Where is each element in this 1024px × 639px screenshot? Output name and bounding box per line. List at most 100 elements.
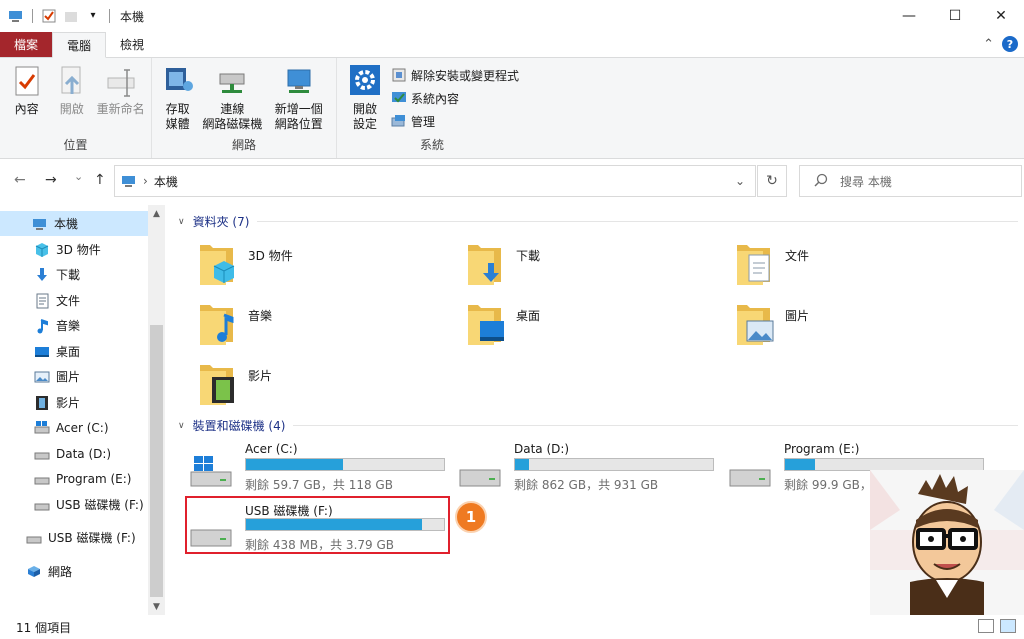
- breadcrumb-separator[interactable]: ›: [143, 174, 148, 188]
- 3d-objects-folder-icon: [198, 241, 238, 289]
- download-arrow-icon: [34, 267, 50, 283]
- nav-item-network[interactable]: 網路: [0, 559, 148, 584]
- annotation-step-badge: 1: [455, 501, 487, 533]
- up-button[interactable]: ↑: [94, 172, 106, 188]
- tab-view[interactable]: 檢視: [106, 32, 158, 57]
- music-folder-icon: [198, 301, 238, 349]
- add-network-location-button[interactable]: 新增一個 網路位置: [268, 64, 330, 132]
- scroll-down-arrow-icon[interactable]: ▼: [148, 598, 165, 615]
- drive-size: 剩餘 59.7 GB，共 118 GB: [245, 478, 393, 492]
- folder-pictures[interactable]: 圖片: [735, 301, 809, 357]
- folder-videos[interactable]: 影片: [198, 361, 272, 417]
- open-button[interactable]: 開啟: [51, 64, 92, 117]
- rename-icon: [105, 64, 137, 98]
- hard-drive-icon: [34, 471, 50, 487]
- customize-toolbar-icon[interactable]: ▾: [85, 8, 101, 24]
- nav-item-documents[interactable]: 文件: [0, 288, 148, 313]
- nav-item-drive-c[interactable]: Acer (C:): [0, 415, 148, 440]
- map-network-drive-button[interactable]: 連線 網路磁碟機: [201, 64, 263, 132]
- details-view-icon[interactable]: [978, 619, 994, 633]
- desktop-icon: [34, 344, 50, 360]
- computer-icon[interactable]: [8, 8, 24, 24]
- nav-item-3d-objects[interactable]: 3D 物件: [0, 237, 148, 262]
- collapse-ribbon-icon[interactable]: ⌃: [983, 37, 994, 52]
- nav-item-desktop[interactable]: 桌面: [0, 339, 148, 364]
- manage-icon: [391, 113, 407, 129]
- close-button[interactable]: ✕: [978, 0, 1024, 32]
- address-dropdown-button[interactable]: ⌄: [735, 174, 745, 188]
- help-icon[interactable]: ?: [1002, 36, 1018, 52]
- forward-button[interactable]: →: [45, 172, 57, 188]
- view-switcher: [978, 619, 1016, 633]
- folder-downloads[interactable]: 下載: [466, 241, 540, 297]
- recent-locations-button[interactable]: ⌄: [74, 170, 83, 183]
- nav-item-drive-e[interactable]: Program (E:): [0, 466, 148, 491]
- tab-computer[interactable]: 電腦: [52, 32, 107, 58]
- properties-button[interactable]: 內容: [6, 64, 47, 117]
- uninstall-program-button[interactable]: 解除安裝或變更程式: [391, 66, 519, 84]
- search-placeholder: 搜尋 本機: [840, 174, 892, 189]
- folders-section-header[interactable]: ∨ 資料夾 (7): [178, 213, 1018, 230]
- back-button[interactable]: ←: [14, 172, 26, 188]
- downloads-folder-icon: [466, 241, 506, 289]
- nav-item-usb-drive-f[interactable]: USB 磁碟機 (F:): [0, 492, 148, 517]
- address-bar[interactable]: › 本機 ⌄: [114, 165, 756, 197]
- open-settings-button[interactable]: 開啟 設定: [343, 64, 387, 132]
- window-title: 本機: [120, 9, 145, 24]
- drive-name: Program (E:): [784, 442, 860, 456]
- usb-drive-icon: [34, 497, 50, 513]
- drive-size: 剩餘 862 GB，共 931 GB: [514, 478, 659, 492]
- mascot-illustration: [870, 470, 1024, 615]
- settings-gear-icon: [349, 64, 381, 98]
- windows-drive-icon: [34, 420, 50, 436]
- nav-item-downloads[interactable]: 下載: [0, 262, 148, 287]
- rename-button[interactable]: 重新命名: [96, 64, 145, 117]
- refresh-button[interactable]: ↻: [757, 165, 787, 197]
- new-folder-icon[interactable]: [63, 8, 79, 24]
- hard-drive-icon: [729, 456, 773, 488]
- folder-3d-objects[interactable]: 3D 物件: [198, 241, 293, 297]
- system-properties-icon: [391, 90, 407, 106]
- ribbon-group-system: 開啟 設定 解除安裝或變更程式 系統內容 管理 系統: [337, 58, 527, 158]
- tab-file[interactable]: 檔案: [0, 32, 53, 57]
- nav-item-drive-d[interactable]: Data (D:): [0, 441, 148, 466]
- chevron-down-icon: ∨: [178, 420, 185, 431]
- divider: [32, 9, 33, 23]
- properties-check-icon[interactable]: [41, 8, 57, 24]
- nav-item-videos[interactable]: 影片: [0, 390, 148, 415]
- drive-name: Data (D:): [514, 442, 570, 456]
- folder-music[interactable]: 音樂: [198, 301, 272, 357]
- breadcrumb[interactable]: 本機: [154, 173, 178, 190]
- scroll-up-arrow-icon[interactable]: ▲: [148, 205, 165, 222]
- drive-d[interactable]: Data (D:) 剩餘 862 GB，共 931 GB: [459, 442, 719, 498]
- media-icon: [162, 64, 194, 98]
- title-bar: ▾ 本機 — ☐ ✕: [0, 0, 1024, 32]
- usb-drive-icon: [26, 530, 42, 546]
- folder-desktop[interactable]: 桌面: [466, 301, 540, 357]
- manage-button[interactable]: 管理: [391, 112, 519, 130]
- nav-item-this-pc[interactable]: 本機: [0, 211, 148, 236]
- network-icon: [26, 564, 42, 580]
- search-input[interactable]: 搜尋 本機: [799, 165, 1022, 197]
- windows-drive-icon: [190, 456, 234, 488]
- nav-item-music[interactable]: 音樂: [0, 313, 148, 338]
- videos-folder-icon: [198, 361, 238, 409]
- maximize-button[interactable]: ☐: [932, 0, 978, 32]
- nav-item-pictures[interactable]: 圖片: [0, 364, 148, 389]
- ribbon-tabs: 檔案 電腦 檢視 ⌃ ?: [0, 32, 1024, 58]
- system-properties-button[interactable]: 系統內容: [391, 89, 519, 107]
- folder-documents[interactable]: 文件: [735, 241, 809, 297]
- drive-c[interactable]: Acer (C:) 剩餘 59.7 GB，共 118 GB: [190, 442, 450, 498]
- ribbon: 內容 開啟 重新命名 位置 存取 媒體 連線 網路磁碟機 新增一個 網路位置 網…: [0, 58, 1024, 159]
- status-bar: 11 個項目: [0, 615, 1024, 639]
- access-media-button[interactable]: 存取 媒體: [158, 64, 197, 132]
- navigation-pane: 本機 3D 物件 下載 文件 音樂 桌面 圖片 影片 Acer (C:) Dat…: [0, 205, 148, 615]
- drives-section-header[interactable]: ∨ 裝置和磁碟機 (4): [178, 417, 1018, 434]
- large-icons-view-icon[interactable]: [1000, 619, 1016, 633]
- pictures-icon: [34, 369, 50, 385]
- nav-scrollbar[interactable]: ▲ ▼: [148, 205, 165, 615]
- scrollbar-thumb[interactable]: [150, 325, 163, 597]
- nav-item-usb-drive-f-root[interactable]: USB 磁碟機 (F:): [0, 525, 148, 550]
- annotation-highlight-box: [185, 496, 450, 554]
- minimize-button[interactable]: —: [886, 0, 932, 32]
